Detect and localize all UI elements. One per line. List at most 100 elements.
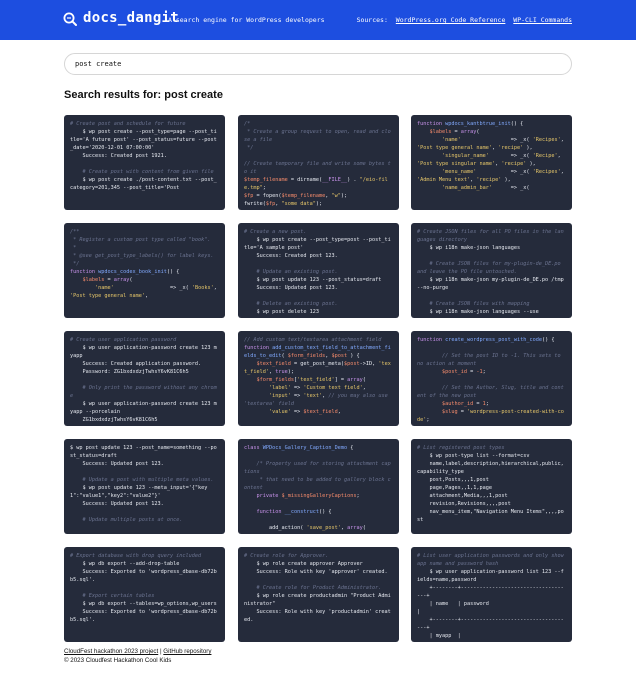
result-card[interactable]: /* * Create a group request to open, rea… (238, 115, 399, 210)
code-token: => (290, 385, 304, 391)
code-token: 'recipe' (476, 177, 502, 183)
code-line: class WPDocs_Gallery_Caption_Demo { (244, 444, 393, 452)
brand-name[interactable]: docs_dangit (83, 10, 179, 26)
code-token: , (560, 169, 567, 175)
code-snippet: // Add custom text/textarea attachment f… (244, 336, 393, 416)
code-token: // Add custom text/textarea attachment f… (244, 337, 382, 343)
code-line: # Create role for Product Administrator. (244, 584, 393, 592)
code-snippet: $ wp post update 123 --post_name=somethi… (70, 444, 219, 524)
result-card[interactable]: /** * Register a custom post type called… (64, 223, 225, 318)
code-token: Success: Role with key 'approver' create… (244, 569, 388, 575)
code-token: /* Property used for storing attachment … (244, 461, 391, 475)
code-token: # List user application passwords and on… (417, 553, 567, 567)
code-token: Success: Updated post 123. (244, 285, 338, 291)
code-token: $ wp post-type list --format=csv (417, 453, 530, 459)
code-token: ); (287, 369, 294, 375)
code-token: $fp (244, 193, 254, 199)
code-token: ) { (347, 353, 360, 359)
search-input[interactable] (75, 57, 555, 71)
code-token: array (113, 277, 130, 283)
code-token: 'Post type singular name' (417, 161, 496, 167)
code-token: () { (318, 509, 332, 515)
code-token: Success: Updated post 123. (70, 461, 164, 467)
result-card[interactable]: # Create a new post. $ wp post create --… (238, 223, 399, 318)
code-line: */ (244, 144, 393, 152)
code-line: # Export certain tables (70, 592, 219, 600)
code-line: */ (70, 260, 219, 268)
code-token: 'label' (269, 385, 291, 391)
code-line: fwrite($fp, "some data"); (244, 200, 393, 208)
code-token: $labels (429, 129, 452, 135)
result-card[interactable]: # Create JSON files for all PO files in … (411, 223, 572, 318)
result-card[interactable]: function wpdocs_kantbtrue_init() { $labe… (411, 115, 572, 210)
results-heading: Search results for: post create (64, 89, 223, 101)
code-line: $ wp post create --post_type=page --post… (70, 128, 219, 152)
code-line: $ wp i18n make-json my-plugin-de_DE.po /… (417, 276, 566, 292)
code-token: /** (70, 229, 80, 235)
code-token: Success: Updated post 123. (70, 501, 164, 507)
result-card[interactable]: # Export database with drop query includ… (64, 547, 225, 642)
code-token: $ wp post update 123 --meta_input='{"key… (70, 485, 208, 499)
result-card[interactable]: function create_wordpress_post_with_code… (411, 331, 572, 426)
code-token: ( (129, 277, 133, 283)
result-card[interactable]: class WPDocs_Gallery_Caption_Demo { /* P… (238, 439, 399, 534)
result-card[interactable]: // Add custom text/textarea attachment f… (238, 331, 399, 426)
code-line: $ wp post delete 123 (244, 308, 393, 316)
code-snippet: /** * Register a custom post type called… (70, 228, 219, 300)
code-snippet: # Export database with drop query includ… (70, 552, 219, 624)
project-link[interactable]: CloudFest hackathon 2023 project (64, 648, 158, 655)
code-token: $slug (442, 409, 458, 415)
code-token: nav_menu_item,"Navigation Menu Items",,,… (417, 509, 564, 523)
code-snippet: # Create a new post. $ wp post create --… (244, 228, 393, 316)
code-line: Success: Updated post 123. (244, 284, 393, 292)
result-card[interactable]: # List user application passwords and on… (411, 547, 572, 642)
code-token: () { (166, 269, 180, 275)
code-line: # Update an existing post. (244, 268, 393, 276)
code-token: = (467, 369, 477, 375)
code-token: # Create role for Product Administrator. (244, 585, 382, 591)
code-token: 'Books' (191, 285, 214, 291)
result-card[interactable]: # Create post and schedule for future $ … (64, 115, 225, 210)
source-link-code-reference[interactable]: WordPress.org Code Reference (396, 16, 506, 24)
code-token: $text_field (303, 409, 338, 415)
code-token: $author_id (442, 401, 474, 407)
code-line: 'value' => $text_field, (244, 408, 393, 416)
code-token: , (362, 385, 366, 391)
code-token: 'Post type general name' (70, 293, 145, 299)
code-token: ; (262, 185, 266, 191)
source-link-wp-cli[interactable]: WP-CLI Commands (513, 16, 572, 24)
code-token: revision,Revisions,,,,post (417, 501, 511, 507)
code-token: => _x( (460, 137, 533, 143)
code-token: wpdocs_codex_book_init (98, 269, 167, 275)
code-token: 'text_field' (297, 377, 335, 383)
result-card[interactable]: # Create role for Approver. $ wp role cr… (238, 547, 399, 642)
code-token: # Create user application password (70, 337, 177, 343)
code-token: # Update a post with multiple meta value… (70, 477, 214, 483)
github-link[interactable]: GitHub repository (163, 648, 211, 655)
code-line: $ wp role create approver Approver (244, 560, 393, 568)
code-token: $ wp post update 123 --post_name=somethi… (70, 445, 217, 459)
code-token: Success: Created application password. (70, 361, 202, 367)
code-line: # Only print the password without any ch… (70, 384, 219, 400)
code-token: $ wp i18n make-json languages --use (417, 309, 539, 315)
result-card[interactable]: $ wp post update 123 --post_name=somethi… (64, 439, 225, 534)
code-token: ); (340, 193, 348, 199)
code-line: // Add custom text/textarea attachment f… (244, 336, 393, 344)
code-token: 'Recipes' (532, 137, 561, 143)
code-token: $ wp user application-password create 12… (70, 401, 217, 415)
code-line: # Create post and schedule for future (70, 120, 219, 128)
result-card[interactable]: # List registered post types $ wp post-t… (411, 439, 572, 534)
code-token: ), (526, 161, 536, 167)
search-icon[interactable] (63, 12, 77, 26)
footer: CloudFest hackathon 2023 project | GitHu… (64, 648, 211, 665)
code-line: # List registered post types (417, 444, 566, 452)
result-card[interactable]: # Create user application password $ wp … (64, 331, 225, 426)
